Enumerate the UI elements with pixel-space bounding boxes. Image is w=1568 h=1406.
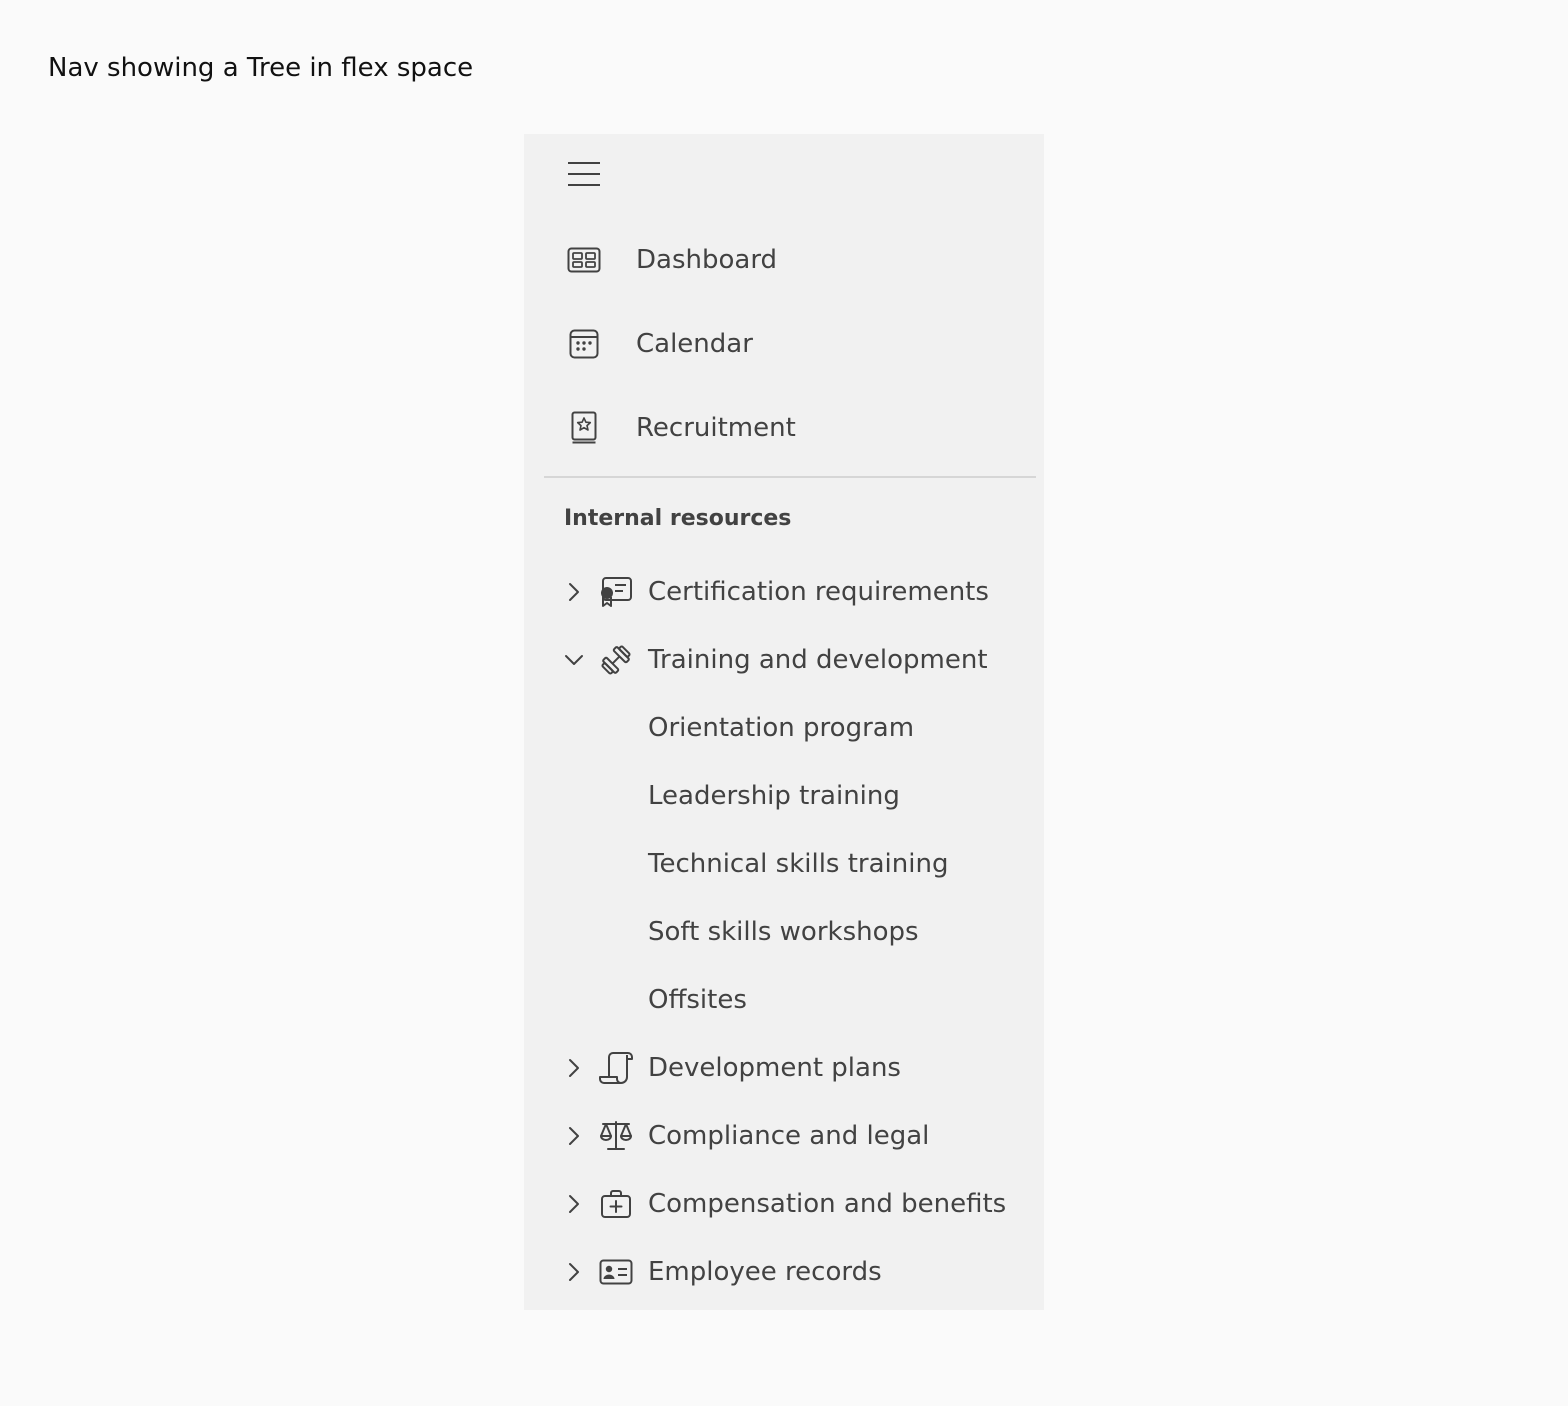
tree-item-label: Employee records (648, 1257, 882, 1287)
hamburger-icon (567, 161, 601, 187)
tree-item-development-plans[interactable]: Development plans (544, 1036, 1024, 1100)
tree-item-soft-skills-workshops[interactable]: Soft skills workshops (544, 900, 1024, 964)
tree-item-leadership-training[interactable]: Leadership training (544, 764, 1024, 828)
chevron-down-icon[interactable] (560, 646, 588, 674)
tree-item-label: Leadership training (648, 781, 900, 811)
tree-item-certification-requirements[interactable]: Certification requirements (544, 560, 1024, 624)
nav-item-recruitment[interactable]: Recruitment (544, 392, 1024, 464)
tree-item-label: Training and development (648, 645, 988, 675)
chevron-right-icon[interactable] (560, 1190, 588, 1218)
tree-item-compliance-and-legal[interactable]: Compliance and legal (544, 1104, 1024, 1168)
tree-item-orientation-program[interactable]: Orientation program (544, 696, 1024, 760)
tree-item-label: Orientation program (648, 713, 915, 743)
dumbbell-icon (596, 640, 636, 680)
tree-item-offsites[interactable]: Offsites (544, 968, 1024, 1032)
nav-item-label: Recruitment (636, 413, 796, 443)
chevron-right-icon[interactable] (560, 1258, 588, 1286)
tree-item-technical-skills-training[interactable]: Technical skills training (544, 832, 1024, 896)
tree-item-employee-records[interactable]: Employee records (544, 1240, 1024, 1304)
chevron-right-icon[interactable] (560, 1122, 588, 1150)
tree-item-training-and-development[interactable]: Training and development (544, 628, 1024, 692)
page-title: Nav showing a Tree in flex space (48, 53, 474, 83)
tree-item-label: Offsites (648, 985, 747, 1015)
nav-item-label: Calendar (636, 329, 753, 359)
contact-card-icon (596, 1252, 636, 1292)
tree-item-label: Compensation and benefits (648, 1189, 1007, 1219)
certificate-icon (596, 572, 636, 612)
recruitment-icon (564, 410, 604, 446)
hamburger-button[interactable] (560, 154, 608, 194)
scroll-icon (596, 1048, 636, 1088)
tree-item-label: Development plans (648, 1053, 901, 1083)
nav-drawer: Dashboard Calendar Recruitment Internal … (524, 134, 1044, 1310)
nav-item-calendar[interactable]: Calendar (544, 308, 1024, 380)
briefcase-medical-icon (596, 1184, 636, 1224)
tree-item-compensation-and-benefits[interactable]: Compensation and benefits (544, 1172, 1024, 1236)
dashboard-icon (564, 242, 604, 278)
calendar-icon (564, 326, 604, 362)
nav-item-dashboard[interactable]: Dashboard (544, 224, 1024, 296)
tree-item-label: Technical skills training (648, 849, 949, 879)
nav-item-label: Dashboard (636, 245, 778, 275)
section-header: Internal resources (564, 506, 792, 531)
scales-icon (596, 1116, 636, 1156)
tree-item-label: Compliance and legal (648, 1121, 930, 1151)
chevron-right-icon[interactable] (560, 578, 588, 606)
chevron-right-icon[interactable] (560, 1054, 588, 1082)
tree-item-label: Certification requirements (648, 577, 989, 607)
divider (544, 476, 1036, 478)
tree-item-label: Soft skills workshops (648, 917, 919, 947)
